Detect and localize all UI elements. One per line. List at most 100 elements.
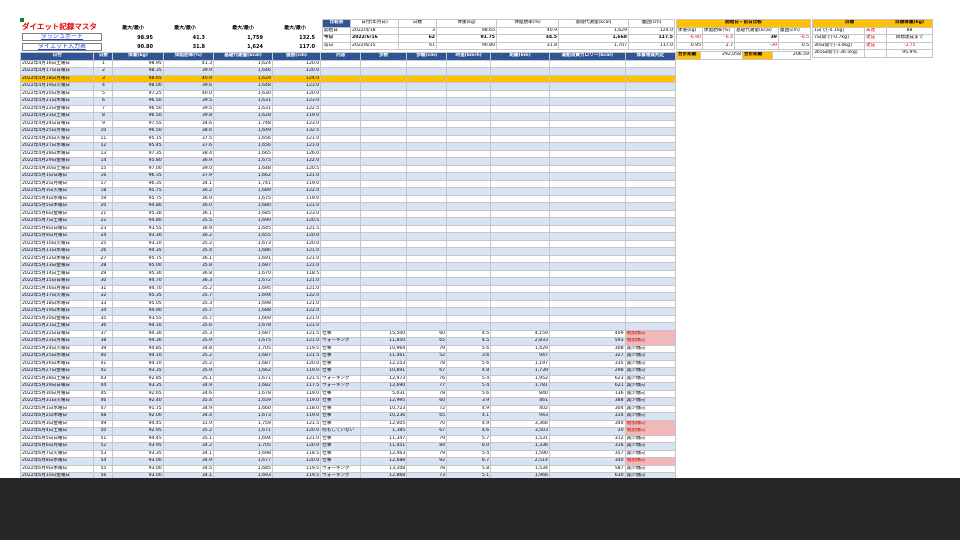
table-cell[interactable]: 35.2 bbox=[162, 239, 215, 248]
table-cell[interactable] bbox=[320, 119, 362, 128]
table-cell[interactable] bbox=[446, 157, 492, 166]
table-cell[interactable] bbox=[406, 179, 448, 188]
table-cell[interactable]: 減少傾向 bbox=[624, 397, 677, 406]
table-cell[interactable] bbox=[490, 209, 550, 218]
table-cell[interactable]: 35.9 bbox=[162, 367, 215, 376]
table-cell[interactable]: 減少傾向 bbox=[624, 464, 677, 473]
table-cell[interactable]: 98.95 bbox=[112, 59, 164, 68]
table-cell[interactable]: 6.7 bbox=[446, 457, 492, 466]
table-cell[interactable]: 2022年5月5日木曜日 bbox=[19, 202, 95, 211]
table-cell[interactable] bbox=[406, 277, 448, 286]
table-cell[interactable] bbox=[360, 179, 408, 188]
table-cell[interactable]: 1,628 bbox=[213, 112, 273, 121]
column-header[interactable]: 体重増減判定 bbox=[624, 52, 677, 61]
table-cell[interactable]: 1,781 bbox=[490, 382, 550, 391]
table-cell[interactable]: 36.0 bbox=[162, 202, 215, 211]
table-cell[interactable]: 2022年5月7日土曜日 bbox=[19, 217, 95, 226]
table-cell[interactable]: 97.35 bbox=[112, 149, 164, 158]
table-cell[interactable]: 2022年4月17日日曜日 bbox=[19, 67, 95, 76]
table-cell[interactable]: 96.50 bbox=[112, 127, 164, 136]
column-header[interactable]: 基礎代謝量(kcal) bbox=[213, 52, 273, 61]
table-cell[interactable] bbox=[490, 292, 550, 301]
table-cell[interactable]: 1,675 bbox=[213, 337, 273, 346]
table-cell[interactable] bbox=[406, 157, 448, 166]
table-cell[interactable]: 41.3 bbox=[162, 59, 215, 68]
table-cell[interactable]: 34.9 bbox=[162, 382, 215, 391]
table-cell[interactable]: 5.8 bbox=[446, 464, 492, 473]
table-cell[interactable]: 2022年6月3日金曜日 bbox=[19, 419, 95, 428]
table-cell[interactable] bbox=[446, 67, 492, 76]
table-cell[interactable] bbox=[446, 217, 492, 226]
table-cell[interactable]: 1,682 bbox=[213, 382, 273, 391]
table-cell[interactable]: 減少傾向 bbox=[624, 442, 677, 451]
table-cell[interactable]: 947 bbox=[490, 352, 550, 361]
table-cell[interactable] bbox=[446, 82, 492, 91]
table-cell[interactable]: 1,678 bbox=[213, 389, 273, 398]
table-cell[interactable]: 減少傾向 bbox=[624, 374, 677, 383]
table-cell[interactable]: 14 bbox=[93, 157, 114, 166]
table-cell[interactable] bbox=[320, 299, 362, 308]
table-cell[interactable]: 2022年5月15日日曜日 bbox=[19, 277, 95, 286]
table-cell[interactable] bbox=[490, 97, 550, 106]
table-cell[interactable]: 11,461 bbox=[360, 352, 408, 361]
table-cell[interactable] bbox=[406, 59, 448, 68]
table-cell[interactable]: 388 bbox=[548, 397, 626, 406]
table-cell[interactable] bbox=[548, 239, 626, 248]
table-cell[interactable]: 119.0 bbox=[271, 367, 322, 376]
table-cell[interactable]: 1,687 bbox=[213, 359, 273, 368]
table-cell[interactable]: 461 bbox=[490, 397, 550, 406]
table-cell[interactable]: 1,631 bbox=[213, 104, 273, 113]
table-cell[interactable]: 2022年4月20日水曜日 bbox=[19, 89, 95, 98]
table-cell[interactable]: 93.35 bbox=[112, 449, 164, 458]
table-cell[interactable]: 93.00 bbox=[112, 464, 164, 473]
table-cell[interactable] bbox=[446, 59, 492, 68]
table-cell[interactable]: 8 bbox=[93, 112, 114, 121]
table-cell[interactable]: 93.55 bbox=[112, 224, 164, 233]
table-cell[interactable]: 2022年5月21日土曜日 bbox=[19, 322, 95, 331]
table-cell[interactable] bbox=[320, 269, 362, 278]
table-cell[interactable]: 96.35 bbox=[112, 172, 164, 181]
table-cell[interactable]: 32 bbox=[93, 292, 114, 301]
table-cell[interactable] bbox=[624, 179, 677, 188]
table-cell[interactable]: 2022年5月18日水曜日 bbox=[19, 299, 95, 308]
table-cell[interactable]: 1,685 bbox=[213, 209, 273, 218]
table-cell[interactable]: 1,648 bbox=[213, 164, 273, 173]
table-cell[interactable]: 120.0 bbox=[271, 442, 322, 451]
table-cell[interactable]: 35.9 bbox=[162, 337, 215, 346]
table-cell[interactable]: 19 bbox=[93, 194, 114, 203]
table-cell[interactable]: 6.0 bbox=[446, 442, 492, 451]
table-cell[interactable] bbox=[446, 202, 492, 211]
table-cell[interactable]: 1,687 bbox=[213, 352, 273, 361]
table-cell[interactable] bbox=[624, 254, 677, 263]
table-cell[interactable]: 93.55 bbox=[112, 314, 164, 323]
table-cell[interactable] bbox=[360, 262, 408, 271]
table-cell[interactable]: 1,660 bbox=[213, 404, 273, 413]
table-cell[interactable]: 38.6 bbox=[162, 127, 215, 136]
table-cell[interactable]: 35.2 bbox=[162, 352, 215, 361]
table-cell[interactable] bbox=[320, 224, 362, 233]
table-cell[interactable]: 仕事 bbox=[320, 352, 362, 361]
table-cell[interactable]: 119.0 bbox=[271, 179, 322, 188]
table-cell[interactable]: 1,678 bbox=[213, 322, 273, 331]
table-cell[interactable] bbox=[320, 202, 362, 211]
table-cell[interactable]: 2022年6月7日火曜日 bbox=[19, 449, 95, 458]
table-cell[interactable]: ウォーキング bbox=[320, 374, 362, 383]
table-cell[interactable]: 357 bbox=[548, 449, 626, 458]
table-cell[interactable]: 1,531 bbox=[490, 434, 550, 443]
table-cell[interactable]: 65 bbox=[406, 412, 448, 421]
table-cell[interactable] bbox=[406, 307, 448, 316]
table-cell[interactable]: 1,695 bbox=[213, 284, 273, 293]
table-cell[interactable]: 39.9 bbox=[162, 67, 215, 76]
table-cell[interactable] bbox=[548, 74, 626, 83]
table-cell[interactable] bbox=[624, 247, 677, 256]
table-cell[interactable]: 4 bbox=[93, 82, 114, 91]
table-cell[interactable]: 1,649 bbox=[213, 127, 273, 136]
table-cell[interactable]: 93.10 bbox=[112, 239, 164, 248]
table-cell[interactable]: 1,675 bbox=[213, 194, 273, 203]
table-cell[interactable] bbox=[360, 202, 408, 211]
table-cell[interactable] bbox=[406, 217, 448, 226]
table-cell[interactable] bbox=[624, 134, 677, 143]
table-cell[interactable]: 1,686 bbox=[213, 247, 273, 256]
table-cell[interactable] bbox=[406, 284, 448, 293]
table-cell[interactable]: 1,629 bbox=[213, 74, 273, 83]
